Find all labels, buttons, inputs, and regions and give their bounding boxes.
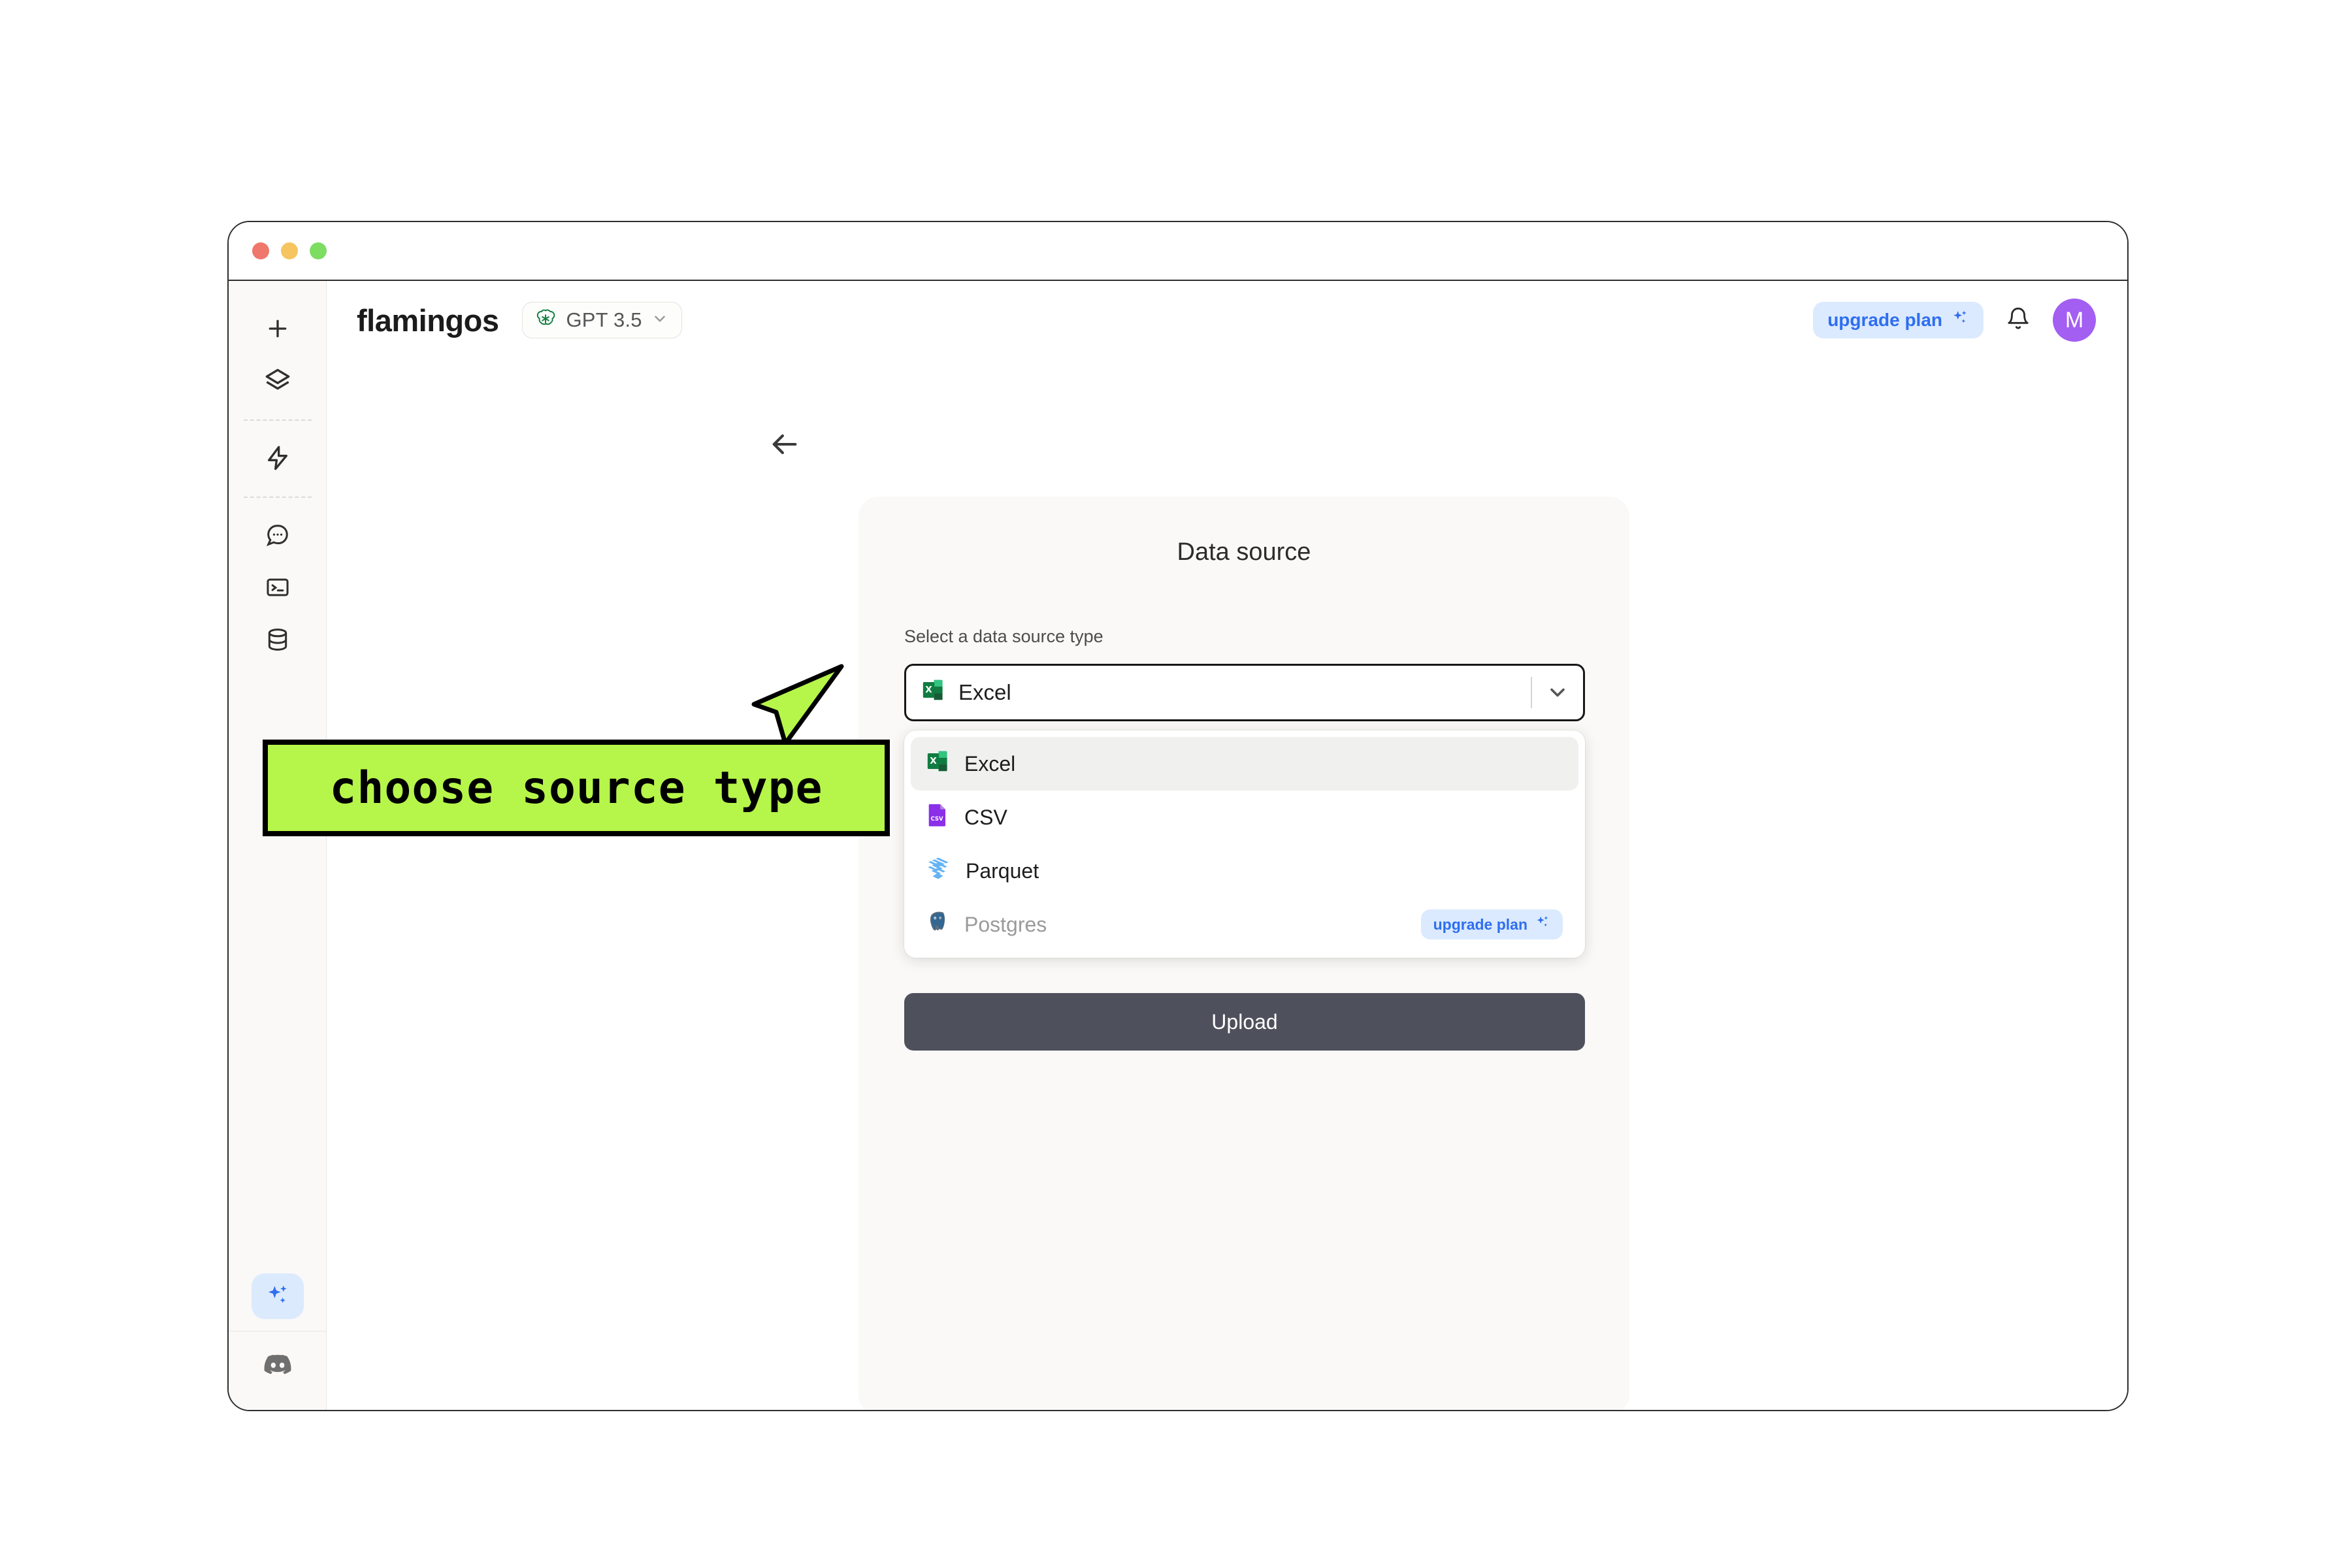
annotation-callout: choose source type <box>263 740 890 836</box>
parquet-icon <box>925 855 951 887</box>
minimize-window-button[interactable] <box>281 242 298 259</box>
avatar-initial: M <box>2065 308 2083 333</box>
notifications-button[interactable] <box>2006 306 2031 335</box>
sidebar-item-discord[interactable] <box>252 1339 303 1390</box>
svg-text:X: X <box>930 756 937 766</box>
discord-icon <box>264 1351 291 1379</box>
upload-button-label: Upload <box>1211 1010 1277 1034</box>
excel-icon: X <box>921 678 945 708</box>
terminal-icon <box>265 575 290 600</box>
dropdown-option-parquet[interactable]: Parquet <box>911 844 1578 898</box>
dropdown-option-label: Postgres <box>964 913 1047 937</box>
chevron-down-icon[interactable] <box>1532 681 1583 704</box>
layers-icon <box>265 368 291 394</box>
sidebar-divider <box>244 419 312 421</box>
model-selector[interactable]: GPT 3.5 <box>522 302 681 338</box>
sidebar-item-database[interactable] <box>252 614 303 665</box>
chevron-down-icon <box>651 310 668 331</box>
sidebar-item-layers[interactable] <box>252 355 303 406</box>
excel-icon: X <box>925 749 950 779</box>
postgres-icon <box>925 909 950 939</box>
close-window-button[interactable] <box>252 242 269 259</box>
data-source-type-selected-value: X Excel <box>921 678 1011 708</box>
dropdown-option-excel[interactable]: X Excel <box>911 737 1578 791</box>
data-source-type-label: Select a data source type <box>904 627 1629 647</box>
sidebar-item-ai-assistant[interactable] <box>252 1273 304 1319</box>
plus-icon <box>265 316 291 342</box>
back-button[interactable] <box>764 426 804 465</box>
sidebar-item-new-item[interactable] <box>252 303 303 354</box>
zoom-window-button[interactable] <box>310 242 327 259</box>
page-title: Data source <box>858 538 1629 566</box>
topbar: flamingos GPT 3.5 <box>327 281 2127 359</box>
svg-text:CSV: CSV <box>930 816 943 823</box>
chat-icon <box>265 523 290 547</box>
arrow-left-icon <box>767 427 801 465</box>
topbar-actions: upgrade plan <box>1813 299 2096 342</box>
avatar[interactable]: M <box>2053 299 2096 342</box>
upload-button[interactable]: Upload <box>904 993 1585 1051</box>
openai-icon <box>534 308 557 333</box>
sparkles-icon <box>1951 309 1969 332</box>
upgrade-plan-label: upgrade plan <box>1827 310 1942 331</box>
annotation-text: choose source type <box>330 762 823 814</box>
app-brand: flamingos <box>357 302 498 338</box>
csv-icon: CSV <box>925 802 950 832</box>
sidebar-divider <box>244 497 312 498</box>
sidebar-item-automations[interactable] <box>252 433 303 483</box>
select-controls <box>1531 666 1583 719</box>
data-source-type-select[interactable]: X Excel <box>904 664 1585 721</box>
dropdown-option-label: CSV <box>964 806 1007 830</box>
upgrade-plan-button[interactable]: upgrade plan <box>1813 302 1984 338</box>
sidebar <box>229 281 327 1410</box>
upgrade-plan-badge[interactable]: upgrade plan <box>1421 909 1563 939</box>
main-content: flamingos GPT 3.5 <box>327 281 2127 1410</box>
dropdown-option-postgres[interactable]: Postgres upgrade plan <box>911 898 1578 951</box>
data-source-type-value-label: Excel <box>958 680 1011 705</box>
annotation-pointer <box>745 661 849 749</box>
database-icon <box>265 627 290 652</box>
sparkles-icon <box>1535 915 1550 934</box>
data-source-type-dropdown: X Excel CSV CSV <box>904 730 1585 958</box>
data-source-card: Data source Select a data source type <box>858 497 1629 1411</box>
svg-text:X: X <box>925 685 932 695</box>
dropdown-option-label: Parquet <box>966 859 1039 883</box>
bell-icon <box>2006 306 2031 335</box>
window-titlebar <box>229 222 2127 281</box>
dropdown-option-csv[interactable]: CSV CSV <box>911 791 1578 844</box>
window-body: flamingos GPT 3.5 <box>229 281 2127 1410</box>
sidebar-item-terminal[interactable] <box>252 562 303 613</box>
sparkles-icon <box>265 1283 291 1309</box>
dropdown-option-label: Excel <box>964 752 1015 776</box>
lightning-icon <box>265 445 291 471</box>
model-selector-label: GPT 3.5 <box>566 308 642 332</box>
sidebar-item-chat[interactable] <box>252 510 303 561</box>
upgrade-plan-badge-label: upgrade plan <box>1433 916 1527 934</box>
